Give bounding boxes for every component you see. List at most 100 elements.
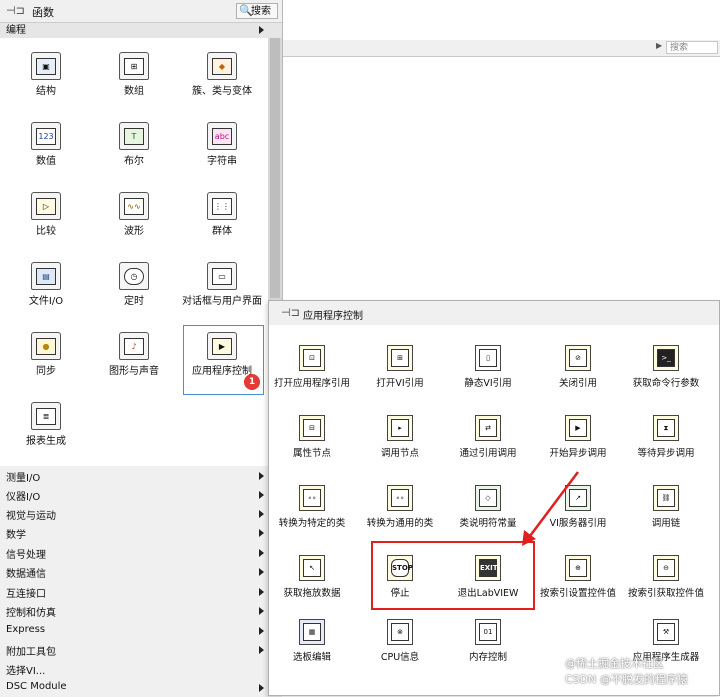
palette-item-string[interactable]: abc 字符串 — [178, 122, 266, 168]
expand-arrow-icon[interactable]: ▶ — [656, 41, 662, 50]
to-more-generic-class-item[interactable]: ∘∘ 转换为通用的类 — [355, 485, 445, 530]
palette-item-timing[interactable]: ◷ 定时 — [90, 262, 178, 308]
call-by-reference-item[interactable]: ⇄ 通过引用调用 — [443, 415, 533, 460]
palette-item-label: 图形与声音 — [109, 366, 159, 377]
start-async-call-item[interactable]: ▶ 开始异步调用 — [533, 415, 623, 460]
cluster-icon: ◆ — [207, 52, 237, 80]
palette-editing-item[interactable]: ▦ 选板编辑 — [267, 619, 357, 664]
palette-item-label: 字符串 — [207, 156, 237, 167]
collection-icon: ⋮⋮ — [207, 192, 237, 220]
category-label: 互连接口 — [6, 589, 46, 600]
close-reference-icon: ⊘ — [565, 345, 591, 371]
palette-item-collection[interactable]: ⋮⋮ 群体 — [178, 192, 266, 238]
palette-item-structures[interactable]: ▣ 结构 — [2, 52, 90, 98]
search-label: 搜索 — [251, 6, 271, 17]
category-row[interactable]: 互连接口 — [0, 582, 282, 601]
category-row[interactable]: 数学 — [0, 523, 282, 542]
pin-icon[interactable]: ⊣⊐ — [281, 306, 300, 319]
category-row[interactable]: 附加工具包 — [0, 640, 282, 659]
graphics-sound-icon: ♪ — [119, 332, 149, 360]
palette-item-label: 报表生成 — [26, 436, 66, 447]
item-label: 获取命令行参数 — [632, 378, 700, 389]
property-node-item[interactable]: ⊟ 属性节点 — [267, 415, 357, 460]
get-command-line-args-item[interactable]: >_ 获取命令行参数 — [621, 345, 711, 390]
search-button[interactable]: 🔍 搜索 — [236, 3, 278, 19]
search-row: ▶ 搜索 — [282, 40, 720, 57]
palette-item-graphics-sound[interactable]: ♪ 图形与声音 — [90, 332, 178, 378]
invoke-node-item[interactable]: ▸ 调用节点 — [355, 415, 445, 460]
category-row[interactable]: 选择VI... — [0, 659, 282, 678]
wait-async-call-item[interactable]: ⧗ 等待异步调用 — [621, 415, 711, 460]
open-app-reference-item[interactable]: ⊡ 打开应用程序引用 — [267, 345, 357, 390]
vi-server-reference-item[interactable]: ↗ VI服务器引用 — [533, 485, 623, 530]
chevron-right-icon — [259, 26, 264, 34]
palette-item-label: 布尔 — [124, 156, 144, 167]
scrollbar-thumb[interactable] — [270, 38, 280, 298]
memory-icon: 01 — [475, 619, 501, 645]
item-label: 转换为特定的类 — [278, 518, 346, 529]
call-chain-item[interactable]: ⛓ 调用链 — [621, 485, 711, 530]
class-specifier-constant-item[interactable]: ◇ 类说明符常量 — [443, 485, 533, 530]
pin-icon[interactable]: ⊣⊐ — [6, 4, 25, 17]
memory-control-item[interactable]: 01 内存控制 — [443, 619, 533, 664]
synchronization-icon: ● — [31, 332, 61, 360]
set-control-value-by-index-item[interactable]: ⊕ 按索引设置控件值 — [533, 555, 623, 600]
chevron-right-icon — [259, 646, 264, 654]
item-label: 内存控制 — [468, 652, 507, 663]
watermark-line: CSDN @不脱发的程序猿 — [565, 673, 688, 686]
palette-item-numeric[interactable]: 123 数值 — [2, 122, 90, 168]
item-label: 类说明符常量 — [459, 518, 517, 529]
palette-item-label: 数组 — [124, 86, 144, 97]
static-vi-reference-item[interactable]: ▯ 静态VI引用 — [443, 345, 533, 390]
palette-titlebar: ⊣⊐ 函数 🔍 搜索 — [0, 0, 282, 22]
numeric-icon: 123 — [31, 122, 61, 150]
category-row[interactable]: 仪器I/O — [0, 485, 282, 504]
category-label: 仪器I/O — [6, 492, 41, 503]
category-header-programming[interactable]: 编程 — [0, 22, 282, 39]
palette-item-file-io[interactable]: ▤ 文件I/O — [2, 262, 90, 308]
palette-item-label: 数值 — [36, 156, 56, 167]
chevron-right-icon — [259, 491, 264, 499]
category-row[interactable]: DSC Module — [0, 678, 282, 697]
watermark: @稀土掘金技术社区 CSDN @不脱发的程序猿 — [565, 656, 688, 688]
category-label: Express — [6, 624, 46, 635]
close-reference-item[interactable]: ⊘ 关闭引用 — [533, 345, 623, 390]
palette-item-array[interactable]: ⊞ 数组 — [90, 52, 178, 98]
palette-item-label: 比较 — [36, 226, 56, 237]
category-row[interactable]: 控制和仿真 — [0, 601, 282, 620]
palette-item-comparison[interactable]: ▷ 比较 — [2, 192, 90, 238]
item-label: 等待异步调用 — [637, 448, 695, 459]
command-line-icon: >_ — [653, 345, 679, 371]
set-control-value-icon: ⊕ — [565, 555, 591, 581]
static-vi-reference-icon: ▯ — [475, 345, 501, 371]
chevron-right-icon — [259, 529, 264, 537]
category-row[interactable]: 信号处理 — [0, 543, 282, 562]
item-label: 开始异步调用 — [549, 448, 607, 459]
palette-item-boolean[interactable]: T 布尔 — [90, 122, 178, 168]
start-async-call-icon: ▶ — [565, 415, 591, 441]
palette-item-cluster[interactable]: ◆ 簇、类与变体 — [178, 52, 266, 98]
palette-item-waveform[interactable]: ∿∿ 波形 — [90, 192, 178, 238]
category-label: 控制和仿真 — [6, 608, 56, 619]
item-label: 获取拖放数据 — [283, 588, 341, 599]
search-input[interactable]: 搜索 — [666, 41, 718, 54]
category-row[interactable]: Express — [0, 621, 282, 640]
class-specifier-icon: ◇ — [475, 485, 501, 511]
to-more-specific-class-item[interactable]: ∘∘ 转换为特定的类 — [267, 485, 357, 530]
palette-item-label: 波形 — [124, 226, 144, 237]
palette-item-label: 簇、类与变体 — [192, 86, 252, 97]
cpu-info-item[interactable]: ⊗ CPU信息 — [355, 619, 445, 664]
get-control-value-by-index-item[interactable]: ⊖ 按索引获取控件值 — [621, 555, 711, 600]
palette-item-synchronization[interactable]: ● 同步 — [2, 332, 90, 378]
item-label: 选板编辑 — [292, 652, 331, 663]
palette-item-dialog[interactable]: ▭ 对话框与用户界面 — [178, 262, 266, 308]
get-drag-drop-data-item[interactable]: ↖ 获取拖放数据 — [267, 555, 357, 600]
structures-icon: ▣ — [31, 52, 61, 80]
category-row[interactable]: 测量I/O — [0, 466, 282, 485]
category-row[interactable]: 视觉与运动 — [0, 504, 282, 523]
category-row[interactable]: 数据通信 — [0, 562, 282, 581]
open-vi-reference-item[interactable]: ⊞ 打开VI引用 — [355, 345, 445, 390]
chevron-right-icon — [259, 588, 264, 596]
chevron-right-icon — [259, 627, 264, 635]
palette-item-report[interactable]: ≣ 报表生成 — [2, 402, 90, 448]
